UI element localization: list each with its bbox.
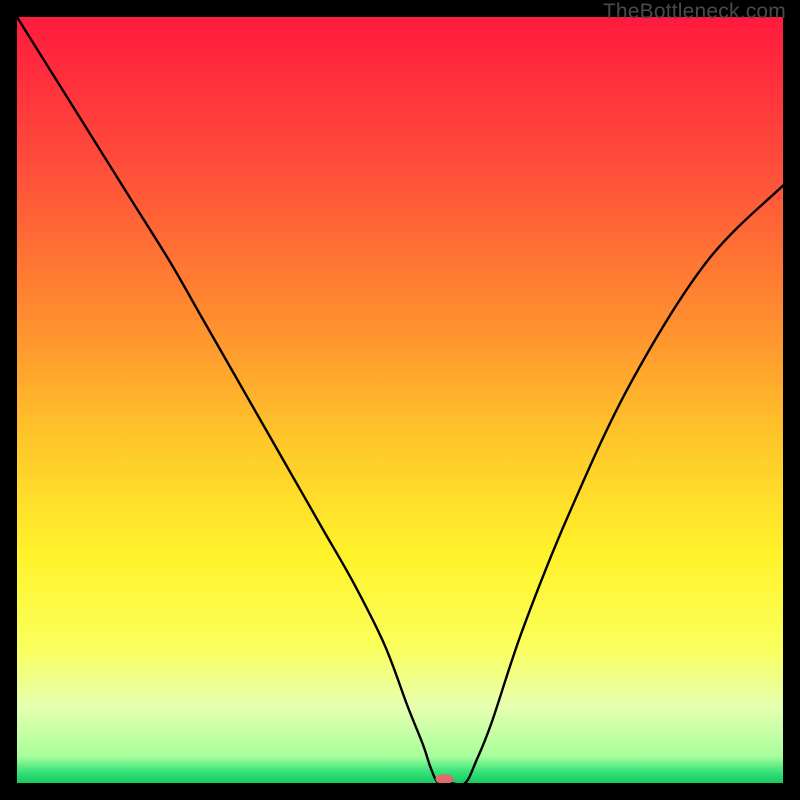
gradient-background [17,17,783,783]
watermark-text: TheBottleneck.com [603,0,786,24]
chart-frame: TheBottleneck.com [0,0,800,800]
bottleneck-plot [17,17,783,783]
